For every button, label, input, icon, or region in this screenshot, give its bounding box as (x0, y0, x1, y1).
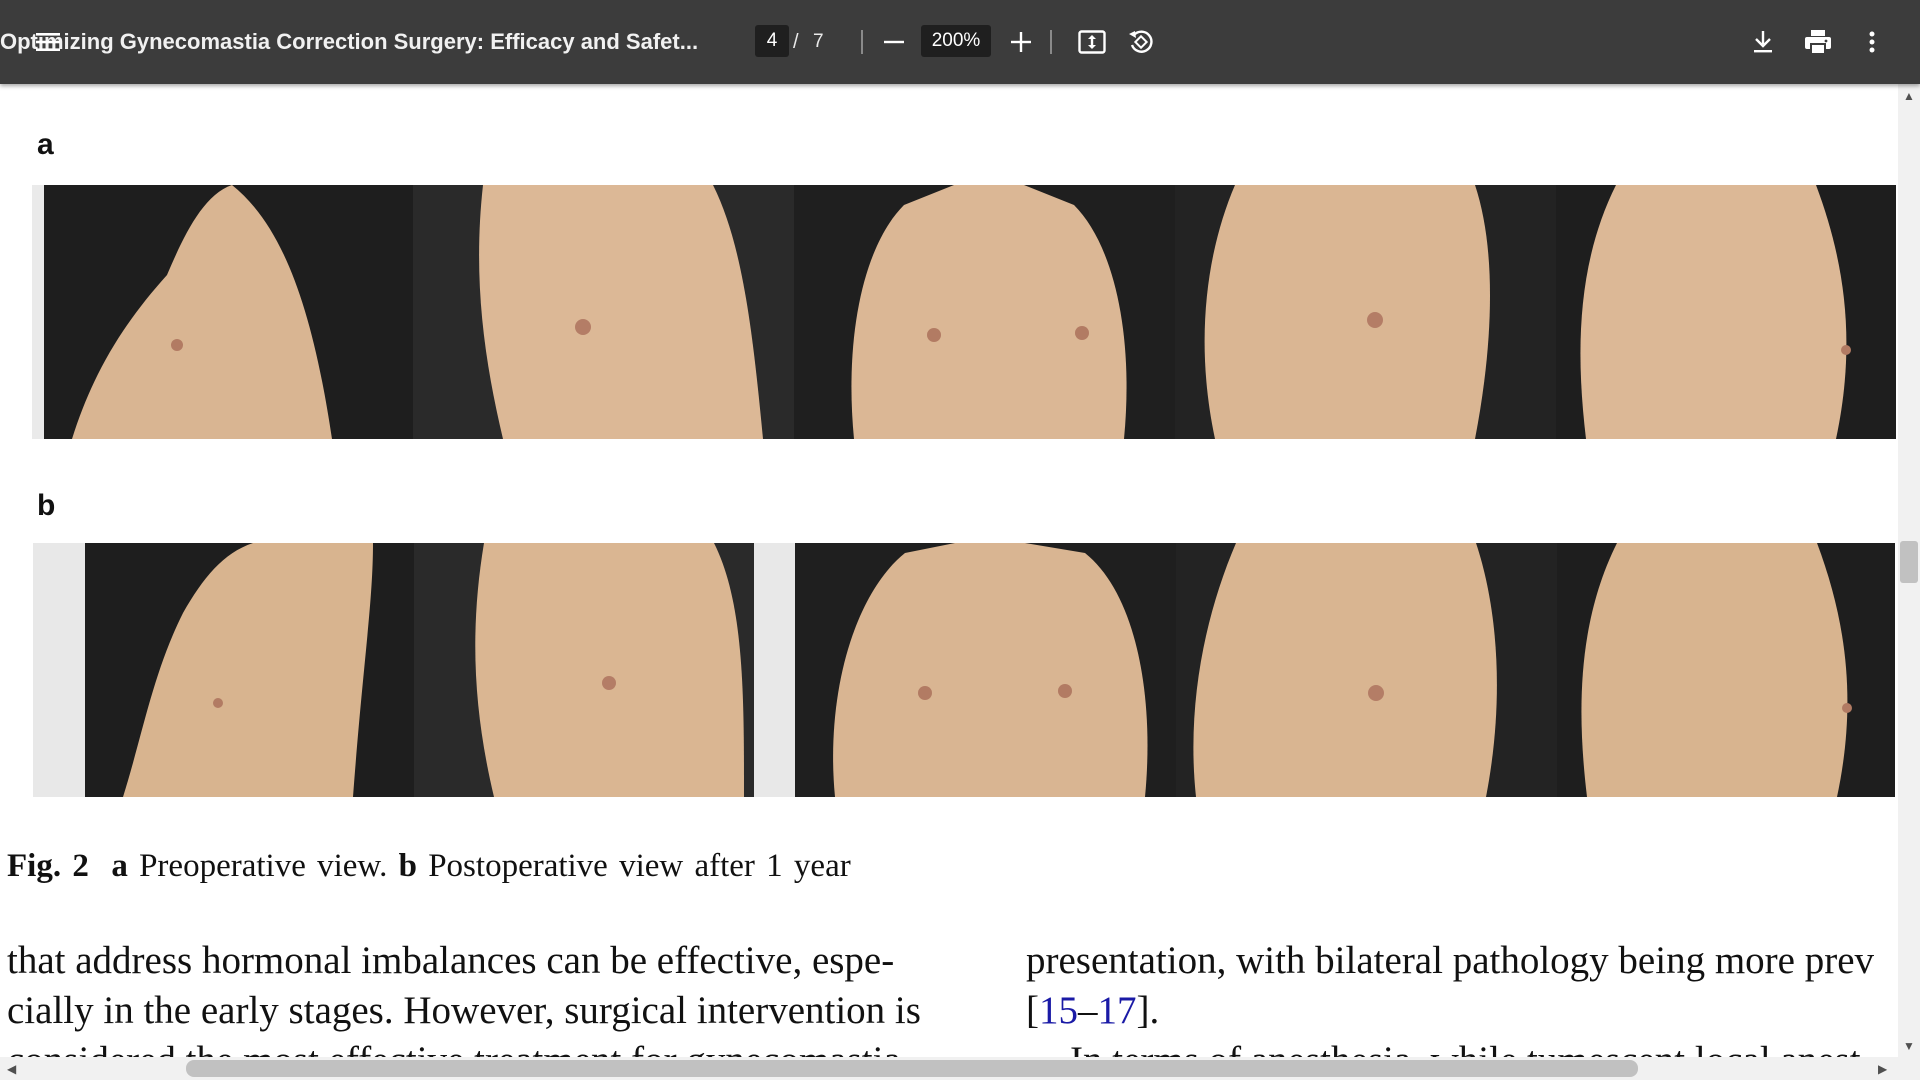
citation-link-15[interactable]: 15 (1039, 989, 1078, 1032)
pdf-toolbar: Optimizing Gynecomastia Correction Surge… (0, 0, 1920, 84)
minus-icon (884, 40, 904, 44)
scroll-left-arrow-icon[interactable]: ◀ (7, 1063, 16, 1075)
preop-photo-left-oblique (1175, 185, 1556, 439)
right-column-line-1: presentation, with bilateral pathology b… (1026, 939, 1875, 982)
vertical-scrollbar-thumb[interactable] (1900, 541, 1918, 583)
zoom-level-input[interactable]: 200% (921, 25, 991, 57)
fit-to-page-button[interactable] (1074, 0, 1110, 84)
horizontal-scrollbar-thumb[interactable] (186, 1060, 1638, 1077)
toolbar-divider (861, 30, 863, 54)
page-total: 7 (813, 31, 824, 52)
scroll-up-arrow-icon[interactable]: ▲ (1903, 90, 1915, 102)
hamburger-menu-icon (36, 33, 60, 51)
citation-link-17[interactable]: 17 (1098, 989, 1137, 1032)
figure-number: Fig. 2 (7, 848, 89, 884)
more-options-button[interactable] (1854, 0, 1890, 84)
fit-to-page-icon (1078, 30, 1106, 54)
panel-a-label: a (37, 128, 54, 161)
preop-photo-right-lateral (32, 185, 413, 439)
scroll-down-arrow-icon[interactable]: ▼ (1903, 1040, 1915, 1052)
zoom-out-button[interactable] (876, 0, 912, 84)
right-column-line-2: [15–17]. (1026, 986, 1159, 1036)
preoperative-photo-row (32, 185, 1896, 439)
rotate-button[interactable] (1122, 0, 1160, 84)
postop-photo-right-lateral (33, 543, 414, 797)
citation-open-bracket: [ (1026, 989, 1039, 1032)
zoom-in-button[interactable] (1003, 0, 1039, 84)
caption-a-marker: a (111, 848, 128, 884)
figure-caption: Fig. 2 a Preoperative view. b Postoperat… (7, 848, 851, 885)
right-column-line-3: In terms of anesthesia, while tumescent … (1070, 1036, 1861, 1057)
rotate-counterclockwise-icon (1129, 30, 1153, 53)
left-column-line-3: considered the most effective treatment … (7, 1036, 901, 1057)
postop-photo-left-lateral (1557, 543, 1895, 797)
more-vertical-icon (1869, 31, 1875, 53)
download-icon (1754, 31, 1772, 53)
caption-b-text: Postoperative view after 1 year (428, 848, 851, 884)
preop-photo-left-lateral (1556, 185, 1896, 439)
pdf-page-viewport[interactable]: a b Fig. 2 a Preoperative view. b Postop… (0, 84, 1898, 1057)
postop-photo-frontal (795, 543, 1176, 797)
postop-photo-left-oblique (1176, 543, 1557, 797)
page-number-input[interactable]: 4 (755, 25, 789, 57)
citation-close-bracket: ]. (1136, 989, 1160, 1032)
postoperative-photo-row (33, 543, 1895, 797)
left-column-line-1: that address hormonal imbalances can be … (7, 939, 895, 982)
preop-photo-frontal (794, 185, 1175, 439)
caption-b-marker: b (398, 848, 417, 884)
postop-photo-right-oblique (414, 543, 795, 797)
print-icon (1805, 30, 1831, 55)
caption-a-text: Preoperative view. (139, 848, 388, 884)
menu-button[interactable] (28, 0, 68, 84)
download-button[interactable] (1744, 0, 1782, 84)
page-separator: / (793, 31, 799, 53)
left-column-line-2: cially in the early stages. However, sur… (7, 989, 921, 1032)
panel-b-label: b (37, 489, 56, 522)
scroll-right-arrow-icon[interactable]: ▶ (1878, 1063, 1887, 1075)
preop-photo-right-oblique (413, 185, 794, 439)
plus-icon (1011, 32, 1031, 52)
print-button[interactable] (1799, 0, 1837, 84)
citation-range-dash: – (1078, 989, 1098, 1032)
toolbar-divider (1050, 30, 1052, 54)
